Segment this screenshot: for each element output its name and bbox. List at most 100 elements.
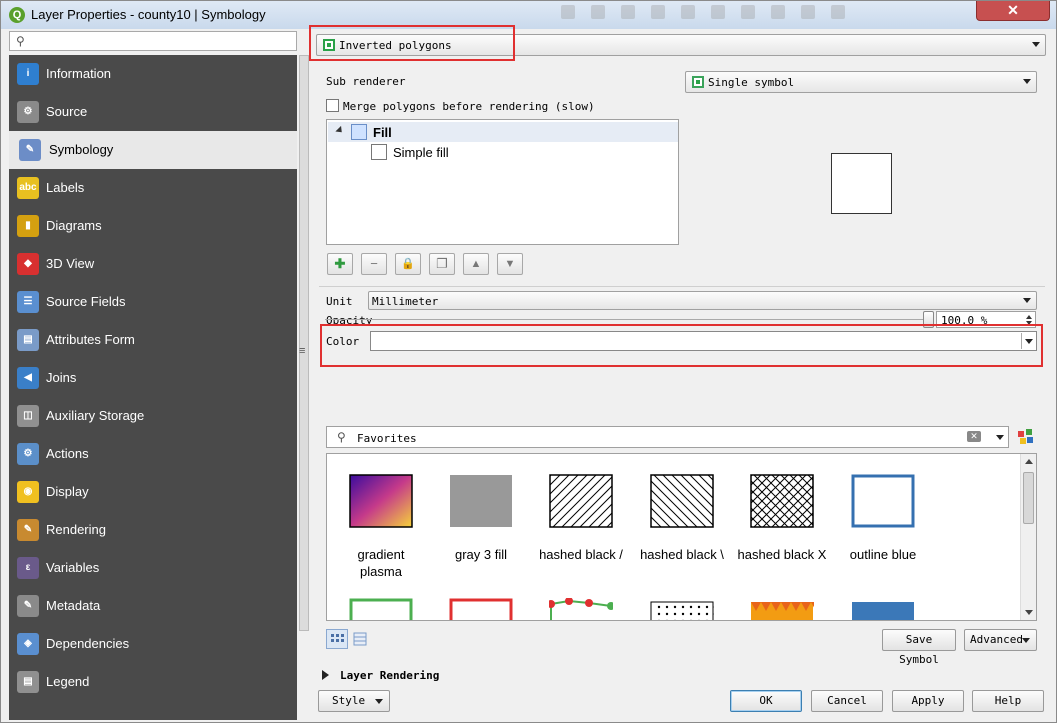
symbol-item[interactable]: hashed black X [732,474,832,563]
sidebar-item-metadata[interactable]: ✎ Metadata [9,587,297,625]
scroll-up-icon[interactable] [1025,459,1033,464]
add-layer-button[interactable]: ✚ [327,253,353,275]
expand-triangle-icon[interactable] [322,670,329,680]
symbol-name-line1: gradient [357,547,405,562]
sidebar-item-source[interactable]: ⚙ Source [9,93,297,131]
apply-button[interactable]: Apply [892,690,964,712]
move-down-button[interactable]: ▼ [497,253,523,275]
symbol-item[interactable]: outline blue [833,474,933,563]
spin-up-icon[interactable] [1026,315,1032,319]
symbol-name: gradient plasma [331,546,431,580]
move-up-button[interactable]: ▲ [463,253,489,275]
symbol-item[interactable]: gray 3 fill [431,474,531,563]
cancel-button[interactable]: Cancel [811,690,883,712]
layer-rendering-section[interactable]: Layer Rendering [340,669,439,682]
sidebar-item-label: Attributes Form [46,332,135,347]
dotted-line-swatch[interactable] [547,597,615,620]
attributes-form-icon: ▤ [17,329,39,351]
symbol-name-line1: outline blue [849,547,917,562]
close-button[interactable]: ✕ [976,1,1050,21]
triangles-swatch[interactable] [750,598,821,620]
layer-properties-window: Q Layer Properties - county10 | Symbolog… [0,0,1057,723]
icon-view-button[interactable] [326,629,348,649]
sidebar-item-rendering[interactable]: ✎ Rendering [9,511,297,549]
clear-search-icon[interactable]: ✕ [967,431,981,442]
merge-polygons-label: Merge polygons before rendering (slow) [343,100,595,113]
divider [319,286,1045,287]
unit-select-value: Millimeter [372,295,439,308]
chevron-down-icon [375,699,383,704]
sidebar-item-label: Auxiliary Storage [46,408,145,423]
duplicate-layer-button[interactable]: ❐ [429,253,455,275]
sidebar-search-input[interactable]: ⚲ [9,31,297,51]
chevron-down-icon[interactable] [996,435,1004,440]
blue-fill-swatch[interactable] [851,598,915,620]
sidebar-item-source-fields[interactable]: ☰ Source Fields [9,283,297,321]
sidebar-item-legend[interactable]: ▤ Legend [9,663,297,701]
scroll-down-icon[interactable] [1025,610,1033,615]
sidebar-item-auxiliary-storage[interactable]: ◫ Auxiliary Storage [9,397,297,435]
lock-layer-button[interactable]: 🔒 [395,253,421,275]
favorites-search-input[interactable]: ⚲ Favorites ✕ [326,426,1009,448]
advanced-button[interactable]: Advanced [964,629,1037,651]
search-icon: ⚲ [337,430,346,444]
help-button[interactable]: Help [972,690,1044,712]
sidebar-item-label: Source Fields [46,294,126,309]
ok-button[interactable]: OK [730,690,802,712]
highlight-box-renderer [309,25,515,61]
outline-green-swatch[interactable] [349,598,413,620]
sidebar-item-actions[interactable]: ⚙ Actions [9,435,297,473]
symbol-name-line1: hashed black \ [640,547,724,562]
chevron-down-icon [1032,42,1040,47]
gray-swatch [449,474,513,528]
sidebar-item-symbology[interactable]: ✎ Symbology [9,131,297,169]
sidebar-item-label: Diagrams [46,218,102,233]
list-view-icon [353,632,367,646]
main-scrollbar[interactable] [299,55,309,631]
style-manager-icon[interactable] [1018,429,1034,445]
3d-view-cube-icon: ◆ [17,253,39,275]
sidebar-item-label: Source [46,104,88,119]
sidebar-item-information[interactable]: i Information [9,55,297,93]
sidebar-item-labels[interactable]: abc Labels [9,169,297,207]
remove-layer-button[interactable]: − [361,253,387,275]
symbol-item[interactable]: gradient plasma [331,474,431,580]
panel-splitter[interactable]: ≡ [297,55,311,720]
save-symbol-button[interactable]: Save Symbol [882,629,956,666]
list-view-button[interactable] [349,629,371,649]
sub-renderer-select[interactable]: Single symbol [685,71,1037,93]
sidebar-item-label: Metadata [46,598,101,613]
actions-gear-icon: ⚙ [17,443,39,465]
sidebar-item-joins[interactable]: ◀ Joins [9,359,297,397]
sub-renderer-label: Sub renderer [326,75,406,88]
sidebar-item-dependencies[interactable]: ◈ Dependencies [9,625,297,663]
merge-polygons-checkbox[interactable] [326,99,339,112]
symbol-layer-tree[interactable]: Fill Simple fill [326,119,679,245]
unit-label: Unit [326,295,353,308]
sidebar-item-attributes-form[interactable]: ▤ Attributes Form [9,321,297,359]
sidebar-item-display[interactable]: ◉ Display [9,473,297,511]
tree-row-fill[interactable]: Fill [328,122,678,142]
opacity-slider-track[interactable] [325,319,929,323]
metadata-icon: ✎ [17,595,39,617]
sidebar-item-label: Joins [46,370,77,385]
joins-icon: ◀ [17,367,39,389]
splitter-grip-icon: ≡ [299,345,306,357]
expand-arrow-icon[interactable] [335,125,345,136]
tree-child-label[interactable]: Simple fill [393,145,449,160]
sidebar-item-diagrams[interactable]: ▮ Diagrams [9,207,297,245]
scroll-thumb[interactable] [1023,472,1034,524]
sidebar: i Information ⚙ Source ✎ Symbology abc Labels ▮ D… [9,55,297,720]
sidebar-item-variables[interactable]: ε Variables [9,549,297,587]
dots-swatch[interactable] [650,598,717,620]
outline-red-swatch[interactable] [449,598,513,620]
unit-select[interactable]: Millimeter [368,291,1037,310]
sidebar-item-label: Information [46,66,112,81]
symbol-gallery[interactable]: gradient plasma gray 3 fill hashed black / h… [326,453,1037,621]
gallery-scrollbar[interactable] [1020,454,1036,620]
chevron-down-icon [1023,298,1031,303]
symbol-item[interactable]: hashed black / [531,474,631,563]
symbol-item[interactable]: hashed black \ [632,474,732,563]
style-button[interactable]: Style [318,690,390,712]
sidebar-item-3d-view[interactable]: ◆ 3D View [9,245,297,283]
